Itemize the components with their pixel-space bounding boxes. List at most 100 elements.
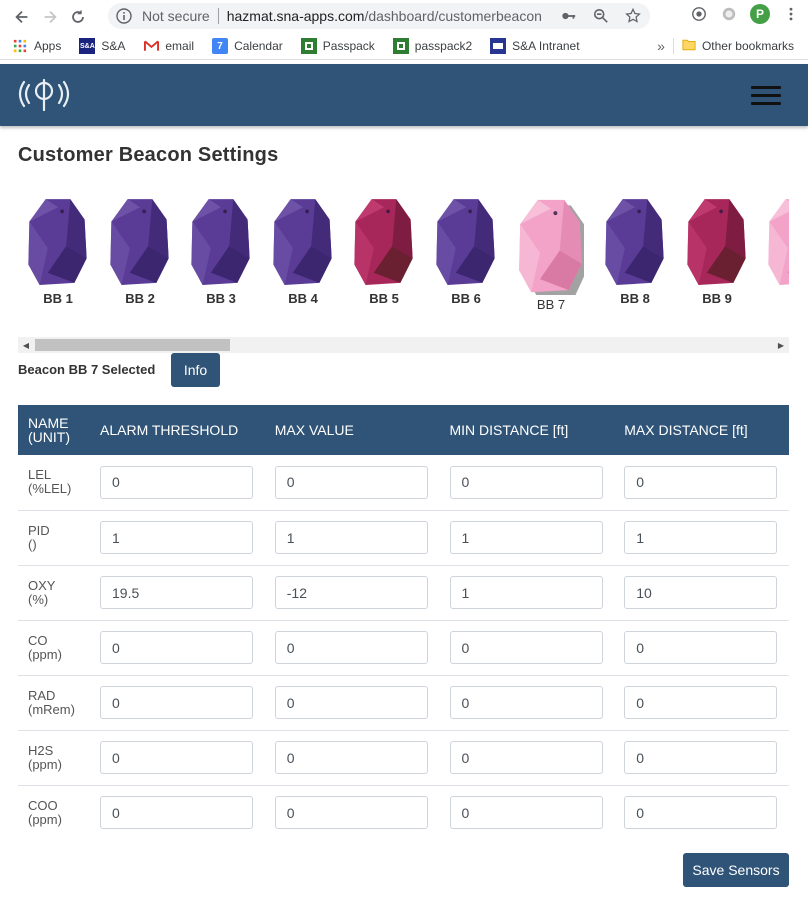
beacon-item[interactable]: BB 9 <box>677 195 757 306</box>
alarm-threshold-input[interactable] <box>100 576 253 609</box>
bookmark-label: email <box>165 39 195 53</box>
more-vert-icon[interactable] <box>782 5 800 23</box>
min-distance-input[interactable] <box>449 465 603 499</box>
bookmark-intranet[interactable]: S&A Intranet <box>481 33 588 60</box>
max-value-input[interactable] <box>274 521 428 554</box>
max-dist-cell <box>614 510 789 566</box>
min-distance-input[interactable] <box>449 796 603 830</box>
bookmark-email[interactable]: email <box>134 33 203 60</box>
info-button[interactable]: Info <box>171 353 220 387</box>
url-text[interactable]: hazmat.sna-apps.com/dashboard/customerbe… <box>227 8 542 24</box>
beacon-item[interactable]: B <box>758 195 789 306</box>
max-cell <box>264 565 440 621</box>
bookmarks-overflow-chevron[interactable]: » <box>649 38 673 54</box>
min-distance-input[interactable] <box>449 741 603 774</box>
max-value-input[interactable] <box>274 576 428 609</box>
max-dist-cell <box>614 455 789 511</box>
table-row: COO (ppm) <box>18 785 789 840</box>
min-distance-input[interactable] <box>449 686 603 719</box>
max-cell <box>264 455 440 511</box>
sensor-table: NAME (UNIT) ALARM THRESHOLD MAX VALUE MIN… <box>18 405 789 840</box>
sensor-name: PID <box>28 522 50 538</box>
bookmark-sa[interactable]: S&A S&A <box>70 33 134 60</box>
scrollbar-thumb[interactable] <box>35 339 230 351</box>
beacon-icon <box>100 195 180 287</box>
bookmark-calendar[interactable]: 7 Calendar <box>203 33 292 60</box>
extension-circle-icon[interactable] <box>720 5 738 23</box>
bookmark-apps[interactable]: Apps <box>0 33 70 60</box>
intranet-icon <box>490 38 507 54</box>
max-distance-input[interactable] <box>624 796 778 830</box>
min-distance-input[interactable] <box>449 631 603 664</box>
beacon-item[interactable]: BB 2 <box>100 195 180 306</box>
beacon-item[interactable]: BB 5 <box>344 195 424 306</box>
max-cell <box>264 730 440 786</box>
alarm-cell <box>90 510 265 566</box>
sensor-name: LEL <box>28 467 52 483</box>
info-circle-icon[interactable] <box>116 8 132 24</box>
hamburger-menu-icon[interactable] <box>751 86 781 108</box>
scroll-right-icon[interactable]: ▶ <box>776 340 786 350</box>
sensor-unit: (ppm) <box>28 646 62 662</box>
max-value-input[interactable] <box>274 741 428 774</box>
beacon-item[interactable]: BB 1 <box>18 195 98 306</box>
col-alarm-threshold: ALARM THRESHOLD <box>90 405 265 455</box>
reload-icon[interactable] <box>64 3 92 31</box>
forward-arrow-icon[interactable] <box>36 3 64 31</box>
alarm-cell <box>90 675 265 731</box>
beacon-item[interactable]: BB 7 <box>511 195 591 312</box>
sensor-unit: (%LEL) <box>28 481 72 497</box>
profile-avatar[interactable]: P <box>750 4 770 24</box>
other-bookmarks-label: Other bookmarks <box>701 39 794 53</box>
beacon-item[interactable]: BB 3 <box>181 195 261 306</box>
max-dist-cell <box>614 620 789 676</box>
url-host: hazmat.sna-apps.com <box>226 8 365 24</box>
other-bookmarks[interactable]: Other bookmarks <box>672 38 808 54</box>
zoom-icon[interactable] <box>592 7 610 25</box>
max-distance-input[interactable] <box>624 686 778 719</box>
max-distance-input[interactable] <box>624 741 778 774</box>
sensor-unit: (mRem) <box>28 701 75 717</box>
star-icon[interactable] <box>624 7 642 25</box>
divider <box>217 8 219 24</box>
max-value-input[interactable] <box>274 686 428 719</box>
beacon-label: B <box>758 291 789 306</box>
alarm-threshold-input[interactable] <box>100 686 253 719</box>
table-row: RAD (mRem) <box>18 675 789 731</box>
beacon-carousel[interactable]: BB 1 BB 2 BB 3 BB 4 BB 5 BB 6 BB 7 BB 8 BB 9 B <box>18 195 789 337</box>
max-value-input[interactable] <box>274 465 428 499</box>
max-distance-input[interactable] <box>624 576 778 609</box>
save-sensors-button[interactable]: Save Sensors <box>683 853 789 887</box>
scroll-left-icon[interactable]: ◀ <box>21 340 31 350</box>
max-distance-input[interactable] <box>624 631 778 664</box>
alarm-threshold-input[interactable] <box>100 796 253 830</box>
max-value-input[interactable] <box>274 796 428 830</box>
max-dist-cell <box>614 730 789 786</box>
extension-eye-icon[interactable] <box>690 5 708 23</box>
max-cell <box>264 675 440 731</box>
alarm-threshold-input[interactable] <box>100 741 253 774</box>
max-value-input[interactable] <box>274 631 428 664</box>
beacon-signal-logo[interactable] <box>15 76 73 112</box>
bookmark-label: S&A Intranet <box>512 39 580 53</box>
alarm-threshold-input[interactable] <box>100 465 253 499</box>
min-distance-input[interactable] <box>449 521 603 554</box>
horizontal-scrollbar[interactable]: ◀ ▶ <box>18 337 789 353</box>
alarm-cell <box>90 455 265 511</box>
alarm-threshold-input[interactable] <box>100 521 253 554</box>
key-icon[interactable] <box>560 7 578 25</box>
max-distance-input[interactable] <box>624 465 778 499</box>
bookmark-passpack2[interactable]: passpack2 <box>384 33 481 60</box>
beacon-item[interactable]: BB 8 <box>595 195 675 306</box>
min-dist-cell <box>439 620 615 676</box>
beacon-item[interactable]: BB 4 <box>263 195 343 306</box>
min-dist-cell <box>439 565 615 621</box>
beacon-item[interactable]: BB 6 <box>426 195 506 306</box>
back-arrow-icon[interactable] <box>8 3 36 31</box>
bookmark-passpack[interactable]: Passpack <box>292 33 384 60</box>
max-distance-input[interactable] <box>624 521 778 554</box>
alarm-threshold-input[interactable] <box>100 631 253 664</box>
sensor-name: CO <box>28 632 48 648</box>
min-distance-input[interactable] <box>449 576 603 609</box>
address-bar[interactable]: Not secure hazmat.sna-apps.com/dashboard… <box>108 3 650 29</box>
